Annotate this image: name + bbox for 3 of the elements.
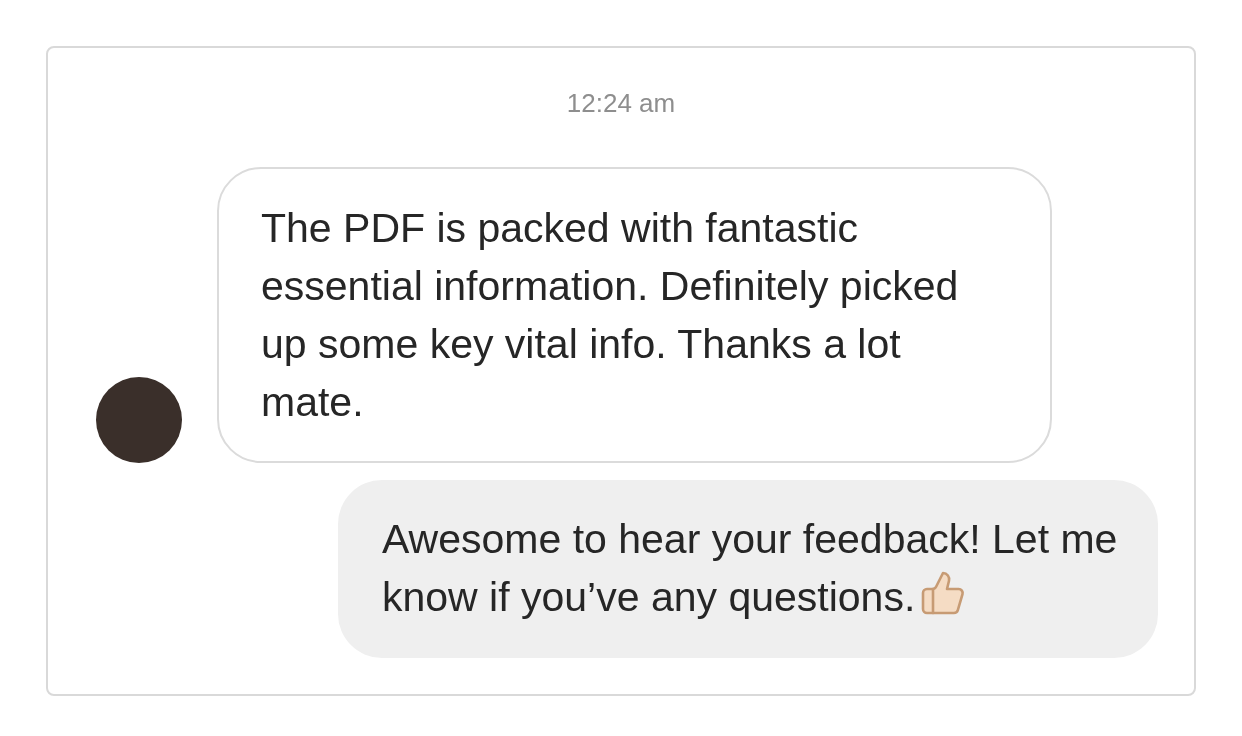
message-text: Awesome to hear your feedback! Let me know if you’ve any questions. xyxy=(382,515,1119,622)
message-text: The PDF is packed with fantastic essential information. Definitely picked up some key vital info. Thanks a lot mate. xyxy=(261,204,960,427)
timestamp: 12:24 am xyxy=(566,87,676,120)
